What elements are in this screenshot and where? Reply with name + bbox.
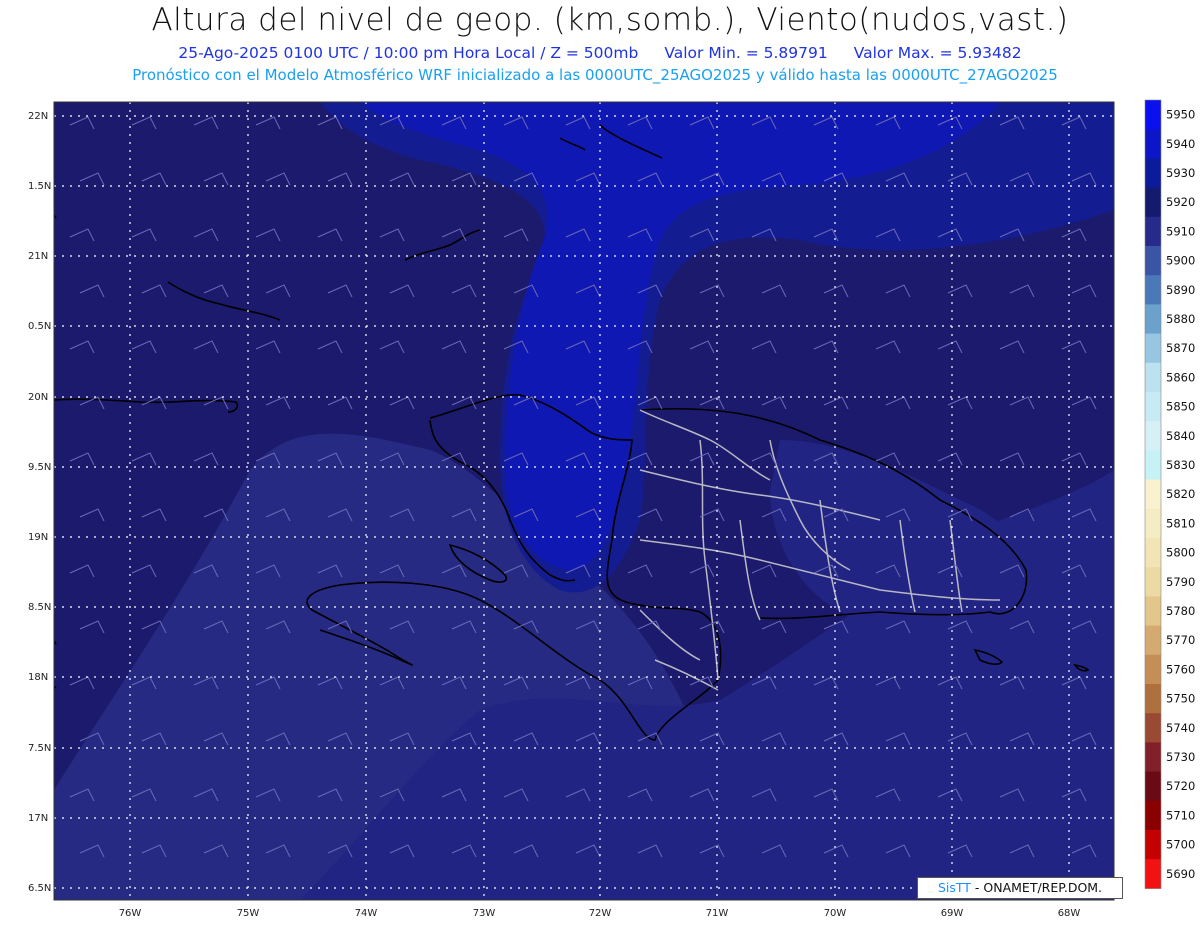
colorbar-swatch xyxy=(1145,158,1161,189)
geopotential-field xyxy=(54,102,1114,900)
colorbar-swatch xyxy=(1145,275,1161,305)
colorbar-level-label: 5730 xyxy=(1166,750,1195,764)
colorbar-level-label: 5900 xyxy=(1166,254,1195,268)
lat-tick-label: 9.5N xyxy=(28,462,51,473)
colorbar-swatch xyxy=(1145,713,1161,743)
colorbar-level-label: 5770 xyxy=(1166,633,1195,647)
lon-tick-label: 72W xyxy=(589,908,612,919)
colorbar-swatch xyxy=(1145,771,1161,802)
colorbar-swatch xyxy=(1145,450,1161,481)
colorbar-level-label: 5950 xyxy=(1166,108,1195,122)
lat-tick-label: 22N xyxy=(28,111,48,122)
colorbar-level-label: 5690 xyxy=(1166,867,1195,881)
colorbar-swatch xyxy=(1145,508,1161,539)
colorbar-swatch xyxy=(1145,304,1161,335)
lat-tick-label: 6.5N xyxy=(28,883,51,894)
lat-tick-label: 19N xyxy=(28,532,48,543)
colorbar-swatch xyxy=(1145,596,1161,627)
colorbar-level-label: 5760 xyxy=(1166,662,1195,676)
lon-tick-label: 74W xyxy=(355,908,378,919)
colorbar-swatch xyxy=(1145,830,1161,860)
colorbar-level-label: 5710 xyxy=(1166,808,1195,822)
colorbar-swatch xyxy=(1145,654,1161,685)
colorbar-swatch xyxy=(1145,742,1161,773)
colorbar-level-label: 5930 xyxy=(1166,166,1195,180)
colorbar-level-label: 5890 xyxy=(1166,283,1195,297)
colorbar-swatch xyxy=(1145,800,1161,831)
lat-tick-label: 20N xyxy=(28,392,48,403)
lat-tick-label: 18N xyxy=(28,672,48,683)
colorbar-level-label: 5910 xyxy=(1166,224,1195,238)
colorbar-swatch xyxy=(1145,333,1161,364)
lat-tick-label: 8.5N xyxy=(28,602,51,613)
colorbar-level-label: 5740 xyxy=(1166,721,1195,735)
longitude-axis: 76W 75W 74W 73W 72W 71W 70W 69W 68W xyxy=(119,908,1081,919)
lon-tick-label: 71W xyxy=(706,908,729,919)
colorbar-level-label: 5820 xyxy=(1166,487,1195,501)
lon-tick-label: 76W xyxy=(119,908,142,919)
colorbar-level-label: 5850 xyxy=(1166,400,1195,414)
credit-box: SisTT - ONAMET/REP.DOM. xyxy=(917,877,1123,899)
colorbar-swatch xyxy=(1145,421,1161,451)
credit-brand: SisTT xyxy=(937,880,971,895)
colorbar-level-label: 5700 xyxy=(1166,838,1195,852)
lat-tick-label: 17N xyxy=(28,813,48,824)
credit-text: - ONAMET/REP.DOM. xyxy=(970,880,1103,895)
colorbar: 5950 5940 5930 5920 5910 5900 5890 5880 5870 5860… xyxy=(1144,99,1195,889)
colorbar-level-label: 5780 xyxy=(1166,604,1195,618)
colorbar-level-label: 5810 xyxy=(1166,516,1195,530)
map-figure: 22N 1.5N 21N 0.5N 20N 9.5N 19N 8.5N 18N … xyxy=(28,99,1195,919)
colorbar-swatch xyxy=(1145,216,1161,247)
lat-tick-label: 21N xyxy=(28,251,48,262)
colorbar-swatch xyxy=(1145,392,1161,422)
colorbar-level-label: 5920 xyxy=(1166,195,1195,209)
colorbar-level-label: 5720 xyxy=(1166,779,1195,793)
colorbar-level-label: 5750 xyxy=(1166,692,1195,706)
colorbar-level-label: 5870 xyxy=(1166,341,1195,355)
forecast-map-page: Altura del nivel de geop. (km,somb.), Vi… xyxy=(0,0,1200,927)
colorbar-swatch xyxy=(1145,479,1161,510)
colorbar-swatch xyxy=(1145,129,1161,159)
colorbar-level-label: 5830 xyxy=(1166,458,1195,472)
colorbar-swatch xyxy=(1145,567,1161,597)
colorbar-level-label: 5880 xyxy=(1166,312,1195,326)
colorbar-swatch xyxy=(1145,538,1161,568)
colorbar-swatch xyxy=(1145,100,1161,130)
colorbar-level-label: 5860 xyxy=(1166,370,1195,384)
latitude-axis: 22N 1.5N 21N 0.5N 20N 9.5N 19N 8.5N 18N … xyxy=(28,111,51,894)
lon-tick-label: 68W xyxy=(1058,908,1081,919)
colorbar-level-label: 5790 xyxy=(1166,575,1195,589)
colorbar-swatch xyxy=(1145,187,1161,218)
colorbar-level-label: 5800 xyxy=(1166,546,1195,560)
colorbar-swatch xyxy=(1145,246,1161,276)
lon-tick-label: 75W xyxy=(237,908,260,919)
colorbar-level-label: 5840 xyxy=(1166,429,1195,443)
lat-tick-label: 0.5N xyxy=(28,321,51,332)
colorbar-swatch xyxy=(1145,625,1161,656)
lon-tick-label: 70W xyxy=(824,908,847,919)
colorbar-swatch xyxy=(1145,859,1161,889)
lat-tick-label: 1.5N xyxy=(28,181,51,192)
lon-tick-label: 69W xyxy=(941,908,964,919)
colorbar-level-label: 5940 xyxy=(1166,137,1195,151)
colorbar-swatch xyxy=(1145,684,1161,714)
lat-tick-label: 7.5N xyxy=(28,743,51,754)
colorbar-swatch xyxy=(1145,362,1161,393)
lon-tick-label: 73W xyxy=(473,908,496,919)
